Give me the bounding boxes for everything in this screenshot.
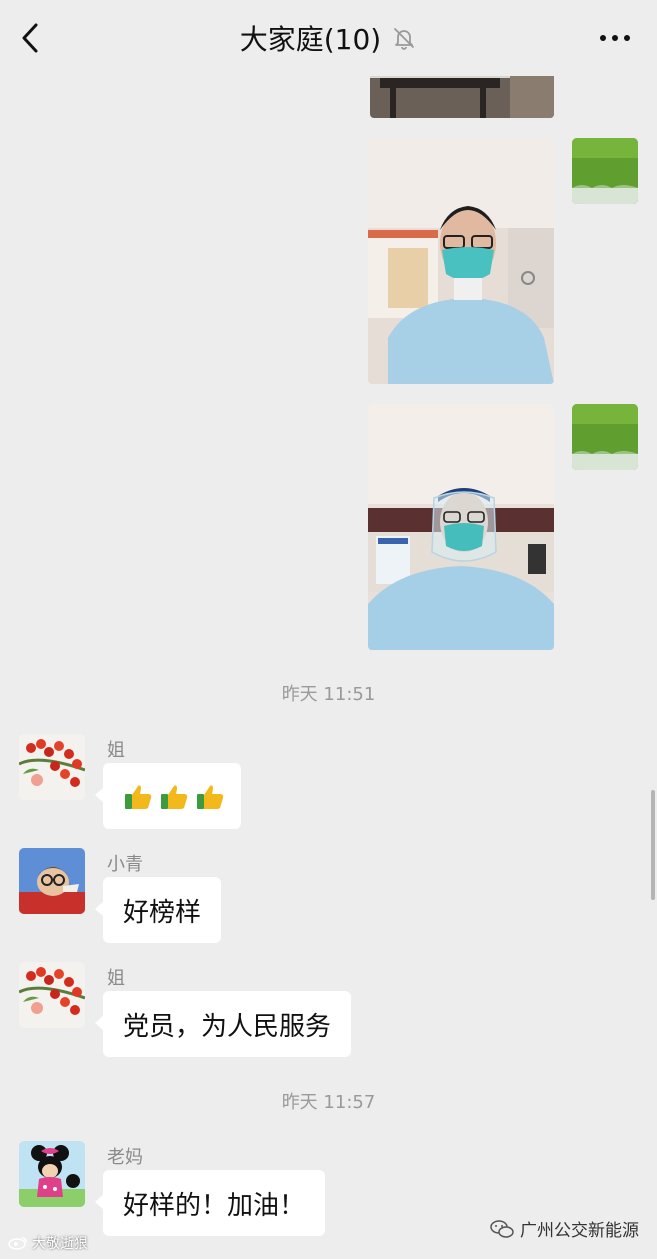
chat-header: 大家庭(10) — [0, 0, 657, 76]
watermark-right: 广州公交新能源 — [490, 1216, 639, 1241]
sender-avatar[interactable] — [19, 1141, 85, 1207]
chat-title: 大家庭(10) — [239, 23, 382, 56]
sender-avatar[interactable] — [19, 962, 85, 1028]
sender-avatar[interactable] — [19, 848, 85, 914]
photo-message[interactable] — [368, 404, 554, 650]
minnie-avatar-image — [19, 1141, 85, 1207]
sender-name: 姐 — [107, 740, 125, 761]
title-wrap: 大家庭(10) — [0, 18, 657, 58]
my-avatar[interactable] — [572, 404, 638, 470]
thumbs-up-emoji-group — [123, 781, 225, 811]
bell-off-icon — [394, 28, 415, 50]
berries-avatar-image — [19, 734, 85, 800]
weibo-icon — [8, 1237, 27, 1250]
wechat-icon — [490, 1219, 514, 1238]
photo-message-partial[interactable] — [370, 76, 554, 118]
photo-message[interactable] — [368, 138, 554, 384]
grass-avatar-image — [572, 404, 638, 470]
message-bubble[interactable]: 好榜样 — [94, 877, 222, 943]
cartoon-avatar-image — [19, 848, 85, 914]
thumbs-up-icon — [125, 785, 152, 809]
timestamp: 昨天 11:57 — [281, 1092, 376, 1113]
message-bubble[interactable]: 好样的！加油！ — [94, 1170, 326, 1236]
scrollbar[interactable] — [651, 790, 655, 900]
timestamp: 昨天 11:51 — [281, 684, 376, 705]
photo-image — [368, 404, 554, 650]
sender-name: 姐 — [107, 968, 125, 989]
more-button[interactable] — [595, 26, 635, 50]
thumbs-up-icon — [161, 785, 188, 809]
watermark-right-text: 广州公交新能源 — [520, 1221, 639, 1241]
sender-name: 老妈 — [107, 1147, 143, 1168]
photo-image — [368, 138, 554, 384]
sender-avatar[interactable] — [19, 734, 85, 800]
message-bubble-emoji[interactable] — [95, 763, 241, 829]
sender-name: 小青 — [107, 854, 143, 875]
my-avatar[interactable] — [572, 138, 638, 204]
grass-avatar-image — [572, 138, 638, 204]
message-bubble[interactable]: 党员，为人民服务 — [94, 991, 352, 1057]
more-dots-icon — [600, 35, 630, 41]
message-list[interactable]: 昨天 11:51 姐 小青 好榜样 姐 党员，为人民服务 昨天 11:57 老妈… — [0, 76, 657, 1259]
photo-image — [370, 76, 554, 118]
thumbs-up-icon — [197, 785, 224, 809]
watermark-left-text: 大敬逝狠 — [32, 1236, 88, 1252]
watermark-left: 大敬逝狠 — [8, 1233, 88, 1253]
berries-avatar-image — [19, 962, 85, 1028]
